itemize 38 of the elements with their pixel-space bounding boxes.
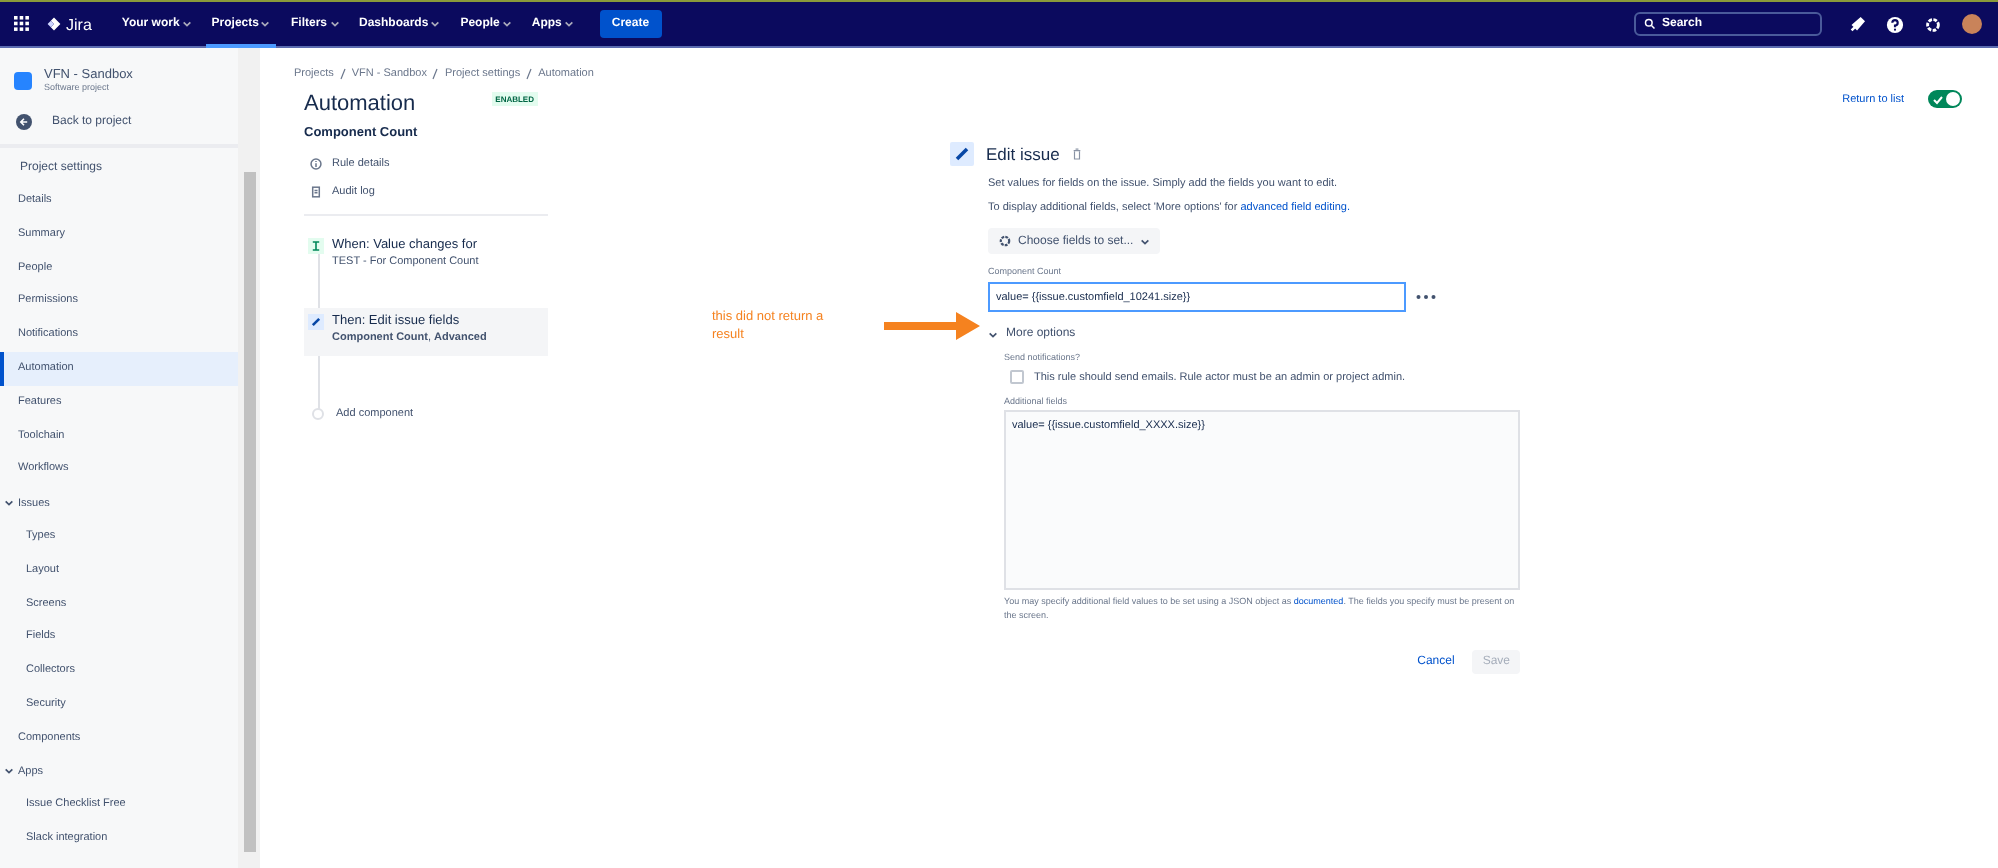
more-actions-icon[interactable] xyxy=(1416,294,1436,300)
pencil-icon xyxy=(950,142,974,166)
settings-icon[interactable] xyxy=(1924,15,1942,33)
avatar[interactable] xyxy=(1962,14,1982,34)
page-title: Automation xyxy=(304,92,416,116)
help-icon[interactable] xyxy=(1886,15,1904,33)
app-grid-icon[interactable] xyxy=(14,16,30,32)
breadcrumb-separator xyxy=(526,68,533,80)
logo-text[interactable]: Jira xyxy=(66,15,92,33)
scrollbar-thumb[interactable] xyxy=(243,172,255,852)
info-icon xyxy=(310,158,322,170)
gear-icon xyxy=(998,234,1012,248)
caret-icon[interactable] xyxy=(501,20,512,28)
caret-icon[interactable] xyxy=(260,20,271,28)
caret-icon[interactable] xyxy=(329,20,339,28)
caret-icon[interactable] xyxy=(181,20,192,28)
chevron-icon[interactable] xyxy=(4,498,14,509)
editor-title: Edit issue xyxy=(986,144,1060,164)
back-arrow-icon[interactable] xyxy=(16,114,32,130)
breadcrumb-separator xyxy=(432,68,439,80)
document-icon xyxy=(310,186,322,198)
toggle-switch[interactable] xyxy=(1928,90,1962,108)
breadcrumb-separator xyxy=(339,68,346,80)
annotation-arrow xyxy=(884,312,980,340)
search-icon xyxy=(1644,18,1656,30)
checkbox[interactable] xyxy=(1010,370,1024,384)
caret-icon[interactable] xyxy=(563,20,574,28)
trigger-icon xyxy=(308,238,324,254)
caret-icon xyxy=(1139,237,1150,245)
project-icon xyxy=(14,71,32,89)
chevron-icon[interactable] xyxy=(988,329,998,339)
pencil-icon xyxy=(308,314,324,330)
chevron-icon[interactable] xyxy=(4,766,14,777)
caret-icon[interactable] xyxy=(430,20,441,28)
check-icon xyxy=(1932,93,1944,105)
scrollbar[interactable] xyxy=(238,48,260,868)
logo-icon xyxy=(46,16,62,32)
trash-icon[interactable] xyxy=(1071,148,1082,160)
